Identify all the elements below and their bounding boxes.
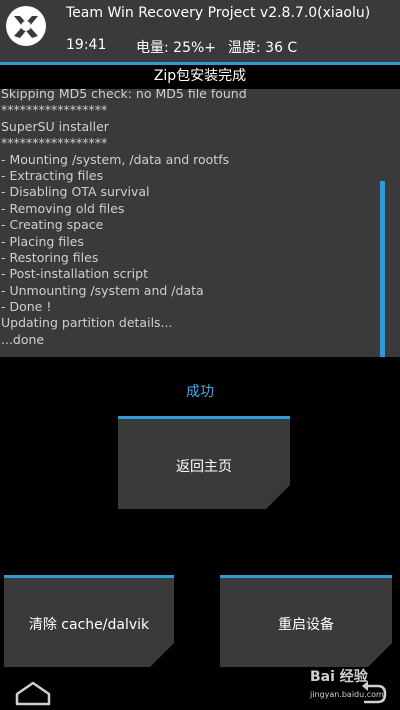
console-lines: Skipping MD5 check: no MD5 file found ***… [1, 89, 247, 348]
button-corner-notch [367, 642, 393, 668]
wipe-cache-button-label: 清除 cache/dalvik [28, 617, 150, 633]
console-line: SuperSU installer [1, 118, 109, 134]
console-line: Skipping MD5 check: no MD5 file found [1, 89, 247, 101]
reboot-button-label: 重启设备 [278, 617, 334, 633]
home-button-label: 返回主页 [176, 459, 232, 475]
reboot-button[interactable]: 重启设备 [220, 575, 393, 668]
wipe-cache-dalvik-button[interactable]: 清除 cache/dalvik [4, 575, 175, 668]
console-line: - Done ! [1, 299, 52, 315]
console-line: ***************** [1, 102, 108, 118]
console-line: - Placing files [1, 233, 84, 249]
console-scrollbar[interactable] [380, 89, 386, 357]
button-corner-notch [149, 642, 175, 668]
nav-home-icon[interactable] [14, 680, 52, 706]
button-corner-notch [265, 484, 291, 510]
console-line: ***************** [1, 135, 108, 151]
home-button[interactable]: 返回主页 [118, 416, 291, 510]
baidu-watermark: Bai 经验 jingyan.baidu.com [310, 666, 398, 706]
console-line: - Restoring files [1, 249, 99, 265]
console-scroll-thumb[interactable] [380, 181, 385, 357]
console-line: Updating partition details... [1, 315, 173, 331]
console-line: - Creating space [1, 217, 104, 233]
console-log: Skipping MD5 check: no MD5 file found ***… [0, 89, 400, 357]
watermark-url: jingyan.baidu.com [310, 690, 384, 699]
console-line: - Removing old files [1, 200, 125, 216]
temperature-status: 温度: 36 C [228, 40, 298, 56]
console-line: - Unmounting /system and /data [1, 282, 204, 298]
console-line: - Mounting /system, /data and rootfs [1, 151, 230, 167]
result-text: 成功 [186, 384, 214, 400]
console-line: - Post-installation script [1, 266, 148, 282]
app-title: Team Win Recovery Project v2.8.7.0(xiaol… [66, 5, 371, 21]
install-status-text: Zip包安装完成 [153, 68, 247, 84]
header-bar: Team Win Recovery Project v2.8.7.0(xiaol… [0, 0, 400, 62]
twrp-logo-icon [6, 6, 46, 46]
console-line: ...done [1, 331, 45, 347]
console-line: - Extracting files [1, 167, 104, 183]
battery-status: 电量: 25%+ [136, 40, 217, 56]
console-line: - Disabling OTA survival [1, 184, 150, 200]
clock-time: 19:41 [66, 37, 107, 53]
watermark-logo: Bai 经验 [310, 669, 368, 685]
